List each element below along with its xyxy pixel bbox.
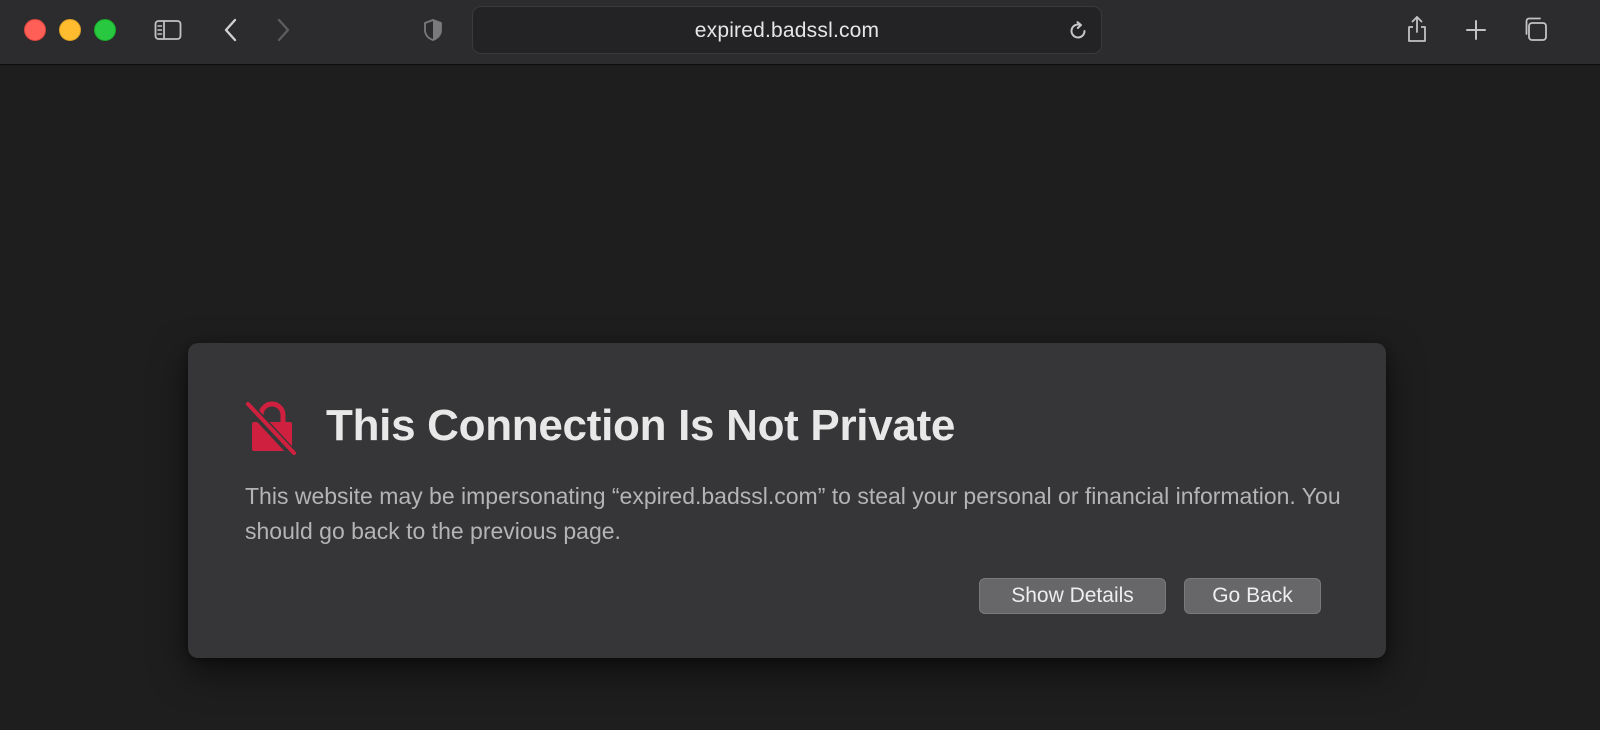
- forward-chevron-icon[interactable]: [272, 17, 294, 43]
- page-title: This Connection Is Not Private: [326, 401, 956, 450]
- reload-icon[interactable]: [1067, 20, 1089, 42]
- warning-message: This website may be impersonating “expir…: [245, 483, 1341, 544]
- sidebar-icon[interactable]: [153, 18, 183, 42]
- lock-slash-icon: [244, 399, 300, 460]
- plus-icon[interactable]: [1464, 18, 1488, 42]
- not-private-warning-card: This Connection Is Not Private This webs…: [188, 343, 1386, 658]
- browser-window: expired.badssl.com This Connection Is No…: [0, 0, 1600, 730]
- tabs-overview-icon[interactable]: [1522, 16, 1548, 42]
- address-bar[interactable]: expired.badssl.com: [472, 6, 1102, 54]
- shield-icon[interactable]: [421, 17, 445, 43]
- back-chevron-icon[interactable]: [220, 17, 242, 43]
- address-text: expired.badssl.com: [694, 19, 880, 42]
- window-zoom-button[interactable]: [94, 19, 116, 41]
- go-back-button[interactable]: Go Back: [1184, 578, 1321, 614]
- window-minimize-button[interactable]: [59, 19, 81, 41]
- browser-toolbar: expired.badssl.com: [0, 0, 1600, 65]
- share-icon[interactable]: [1405, 14, 1429, 44]
- show-details-button[interactable]: Show Details: [979, 578, 1166, 614]
- window-close-button[interactable]: [24, 19, 46, 41]
